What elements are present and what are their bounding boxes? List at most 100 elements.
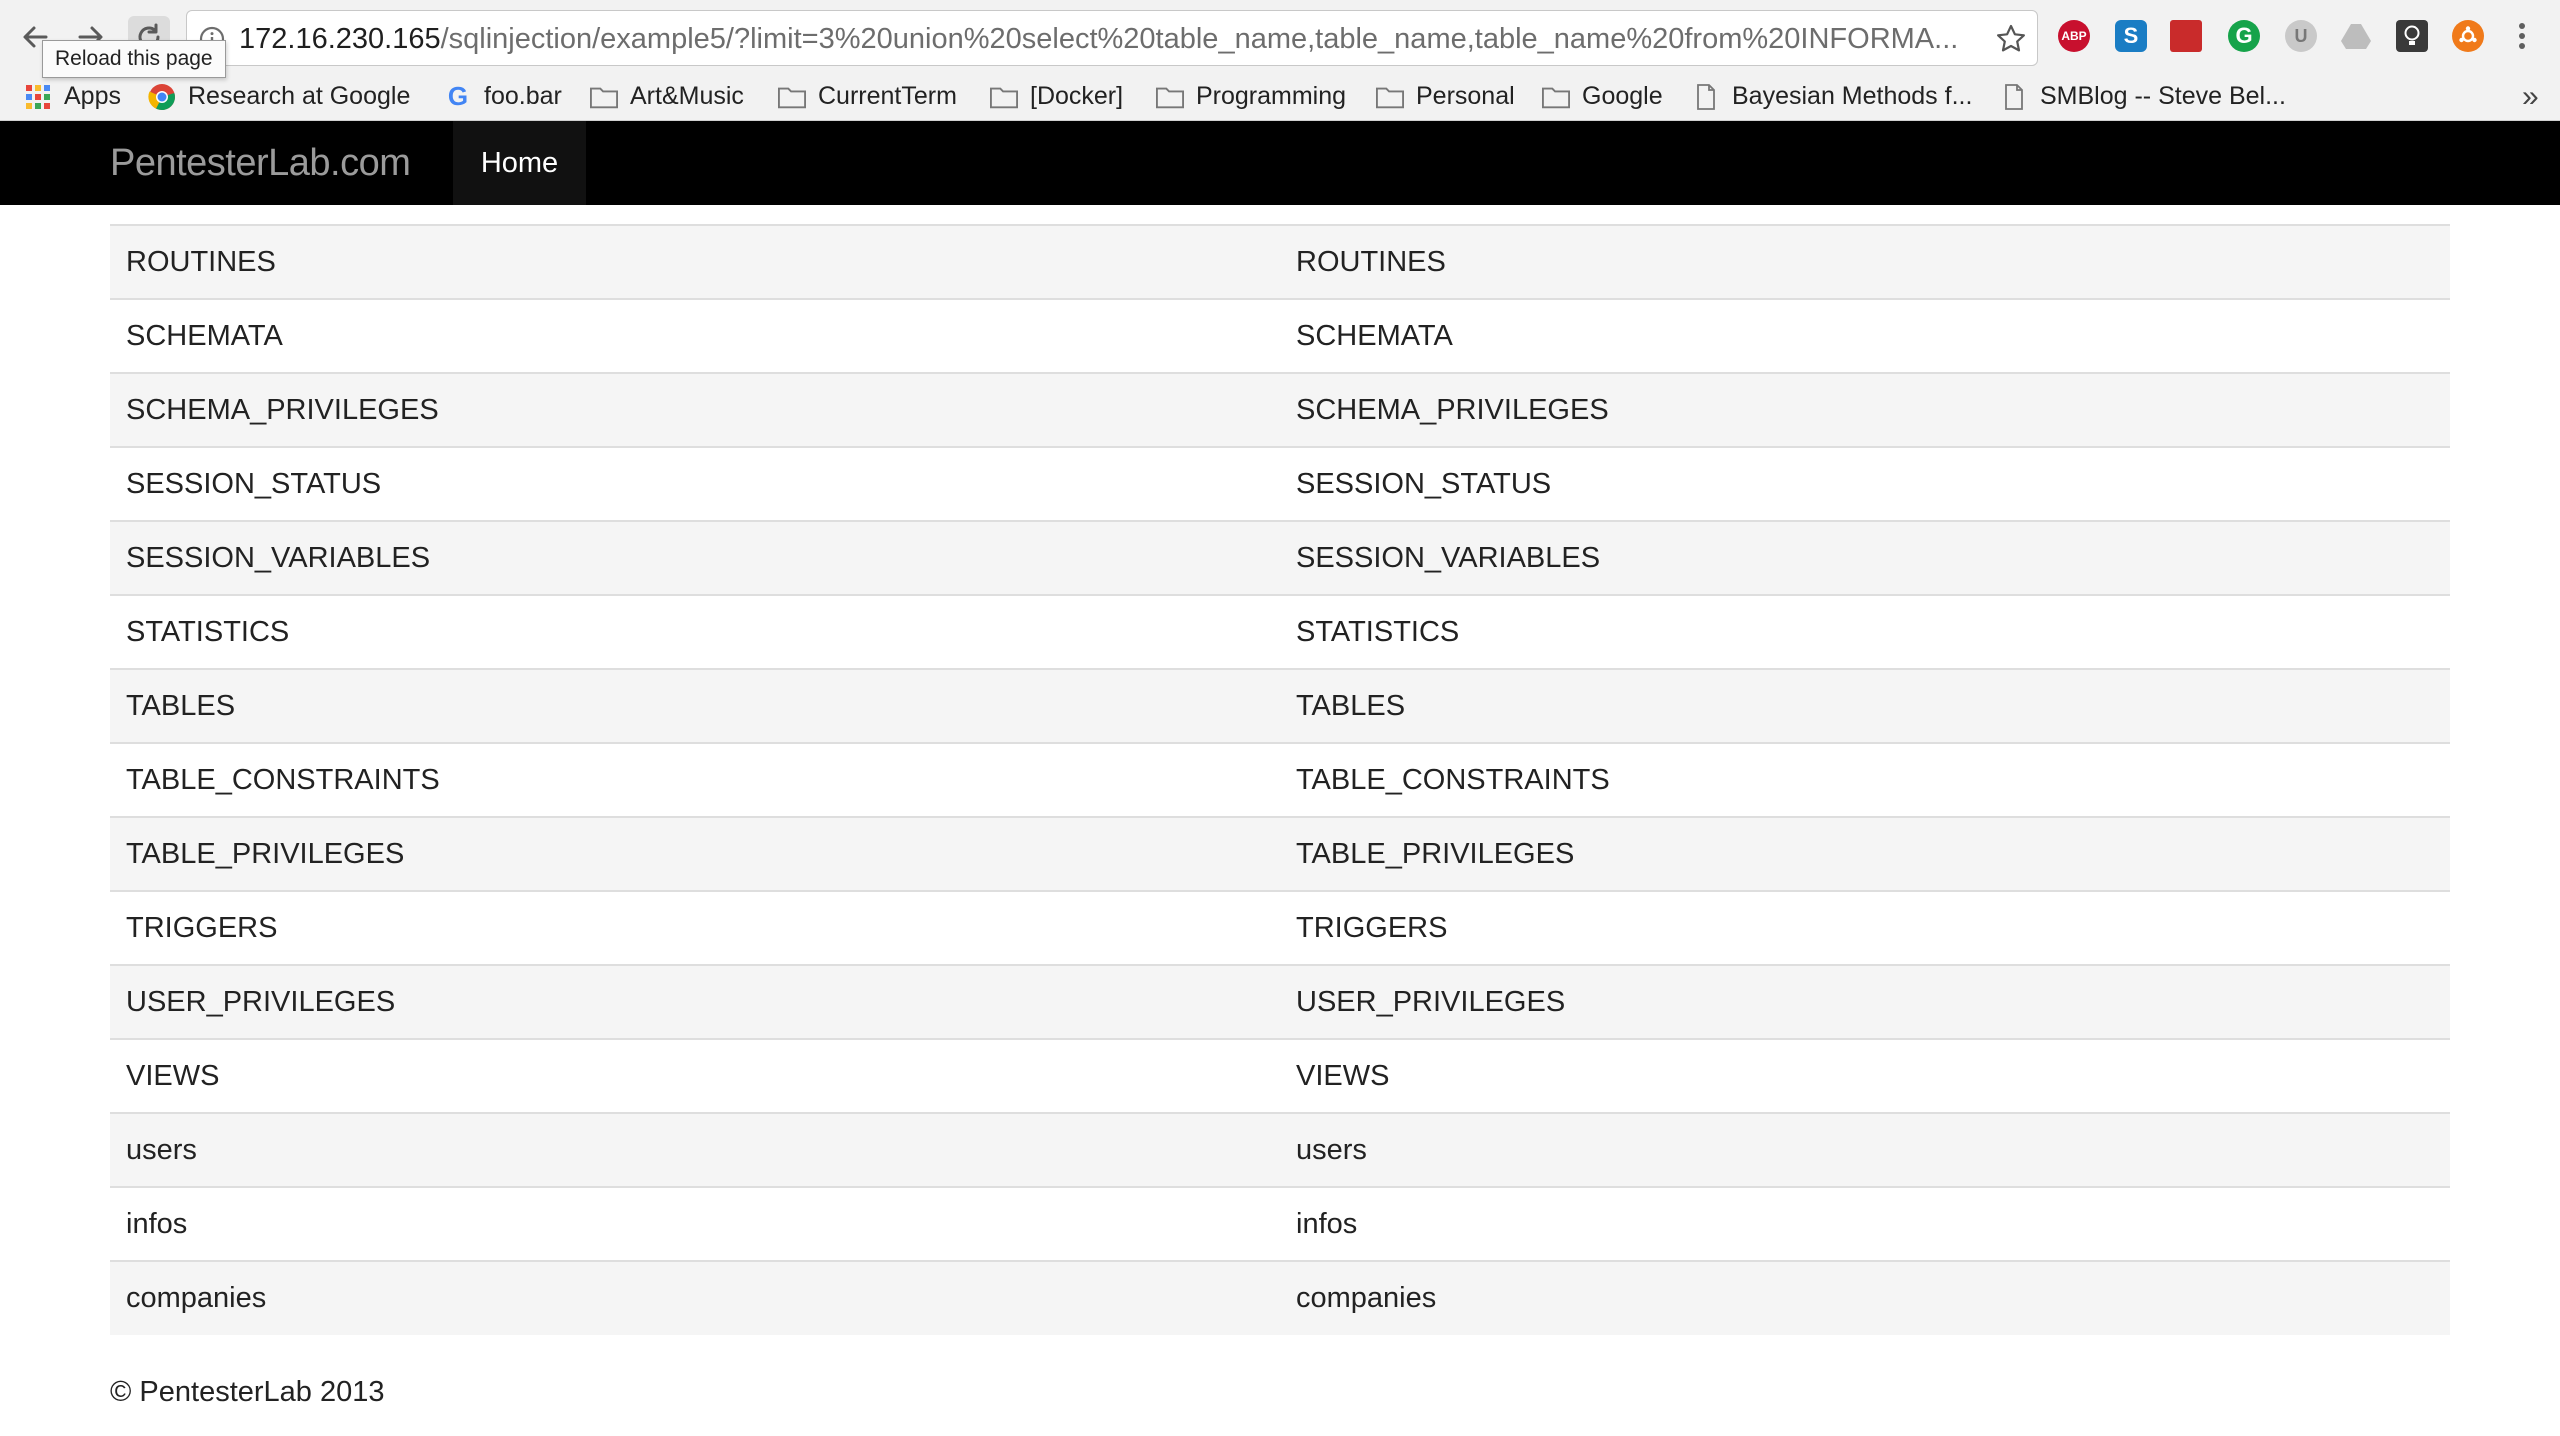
u-extension-icon[interactable]: U xyxy=(2285,20,2317,52)
bookmark-folder-google[interactable]: Google xyxy=(1542,72,1663,121)
table-row: companies companies xyxy=(110,1260,2450,1335)
table-cell: USER_PRIVILEGES xyxy=(110,964,1280,1039)
adblock-label: ABP xyxy=(2061,29,2087,43)
bookmark-research-at-google[interactable]: Research at Google xyxy=(148,72,410,121)
orange-extension-icon[interactable] xyxy=(2452,20,2484,52)
bookmark-folder-programming[interactable]: Programming xyxy=(1156,72,1346,121)
table-cell: SCHEMATA xyxy=(1280,298,2450,373)
folder-icon xyxy=(1376,83,1404,111)
table-row: VIEWS VIEWS xyxy=(110,1038,2450,1113)
table-cell: USER_PRIVILEGES xyxy=(1280,964,2450,1039)
table-cell: SESSION_STATUS xyxy=(110,446,1280,521)
bookmark-label: Apps xyxy=(64,82,121,110)
table-cell: VIEWS xyxy=(1280,1038,2450,1113)
ubuntu-like-icon xyxy=(2459,26,2477,43)
bookmark-label: Art&Music xyxy=(630,82,744,110)
book-extension-icon[interactable] xyxy=(2170,20,2202,52)
bookmark-folder-docker[interactable]: [Docker] xyxy=(990,72,1123,121)
grammarly-label: G xyxy=(2235,23,2253,48)
nav-home-link[interactable]: Home xyxy=(453,121,586,205)
site-brand[interactable]: PentesterLab.com xyxy=(110,121,411,205)
table-cell: TABLES xyxy=(110,668,1280,743)
bookmark-foo-bar[interactable]: G foo.bar xyxy=(444,72,562,121)
table-cell: companies xyxy=(110,1260,1280,1335)
table-row: TABLE_PRIVILEGES TABLE_PRIVILEGES xyxy=(110,816,2450,891)
bookmark-smblog[interactable]: SMBlog -- Steve Bel... xyxy=(2000,72,2286,121)
bookmarks-bar: Apps Research at Google G foo.bar Art&Mu… xyxy=(0,72,2560,121)
table-row: SCHEMA_PRIVILEGES SCHEMA_PRIVILEGES xyxy=(110,372,2450,447)
table-row: users users xyxy=(110,1112,2450,1187)
table-cell: users xyxy=(1280,1112,2450,1187)
google-g-icon: G xyxy=(447,81,469,111)
bookmark-folder-art-music[interactable]: Art&Music xyxy=(590,72,744,121)
table-row: SCHEMATA SCHEMATA xyxy=(110,298,2450,373)
table-cell: STATISTICS xyxy=(1280,594,2450,669)
site-navbar: PentesterLab.com Home xyxy=(0,121,2560,205)
lightbulb-extension-icon[interactable] xyxy=(2396,20,2428,52)
u-extension-label: U xyxy=(2294,25,2308,46)
lightbulb-icon xyxy=(2404,25,2420,45)
grammarly-extension-icon[interactable]: G xyxy=(2228,20,2260,52)
bookmark-label: CurrentTerm xyxy=(818,82,957,110)
url-host: 172.16.230.165 xyxy=(239,23,441,55)
chrome-icon xyxy=(148,83,176,111)
table-cell: infos xyxy=(1280,1186,2450,1261)
table-cell: SESSION_VARIABLES xyxy=(110,520,1280,595)
table-cell: SCHEMA_PRIVILEGES xyxy=(1280,372,2450,447)
table-cell: SESSION_STATUS xyxy=(1280,446,2450,521)
table-row: infos infos xyxy=(110,1186,2450,1261)
table-row: TABLE_CONSTRAINTS TABLE_CONSTRAINTS xyxy=(110,742,2450,817)
table-row: TRIGGERS TRIGGERS xyxy=(110,890,2450,965)
bookmark-label: [Docker] xyxy=(1030,82,1124,110)
bookmark-folder-currentterm[interactable]: CurrentTerm xyxy=(778,72,957,121)
bookmark-label: Google xyxy=(1582,82,1663,110)
table-row: STATISTICS STATISTICS xyxy=(110,594,2450,669)
bookmark-label: SMBlog -- Steve Bel... xyxy=(2040,82,2286,110)
results-table: ROUTINES ROUTINES SCHEMATA SCHEMATA SCHEMA_P… xyxy=(110,224,2450,1335)
bookmark-apps[interactable]: Apps xyxy=(24,72,121,121)
bookmark-folder-personal[interactable]: Personal xyxy=(1376,72,1515,121)
apps-grid-icon xyxy=(24,83,52,111)
table-cell: TRIGGERS xyxy=(1280,890,2450,965)
browser-chrome: 172.16.230.165/sqlinjection/example5/?li… xyxy=(0,0,2560,121)
table-cell: VIEWS xyxy=(110,1038,1280,1113)
table-cell: ROUTINES xyxy=(110,224,1280,299)
table-cell: TABLE_PRIVILEGES xyxy=(1280,816,2450,891)
bookmark-label: Bayesian Methods f... xyxy=(1732,82,1973,110)
table-cell: STATISTICS xyxy=(110,594,1280,669)
bookmark-star-icon[interactable] xyxy=(1995,23,2027,55)
table-cell: TABLE_CONSTRAINTS xyxy=(110,742,1280,817)
results-body: ROUTINES ROUTINES SCHEMATA SCHEMATA SCHEMA_P… xyxy=(110,224,2450,1335)
address-bar[interactable]: 172.16.230.165/sqlinjection/example5/?li… xyxy=(186,10,2038,66)
bookmark-label: foo.bar xyxy=(484,82,562,110)
page-icon xyxy=(1692,83,1720,111)
table-cell: SESSION_VARIABLES xyxy=(1280,520,2450,595)
folder-icon xyxy=(990,83,1018,111)
bookmarks-overflow-button[interactable]: » xyxy=(2522,72,2539,121)
drive-extension-icon[interactable] xyxy=(2340,20,2372,52)
bookmark-bayesian-methods[interactable]: Bayesian Methods f... xyxy=(1692,72,1972,121)
table-cell: users xyxy=(110,1112,1280,1187)
reload-tooltip: Reload this page xyxy=(42,40,226,78)
bookmark-label: Programming xyxy=(1196,82,1347,110)
bookmark-label: Research at Google xyxy=(188,82,411,110)
folder-icon xyxy=(1542,83,1570,111)
table-cell: TABLES xyxy=(1280,668,2450,743)
page-icon xyxy=(2000,83,2028,111)
s-extension-icon[interactable]: S xyxy=(2115,20,2147,52)
table-cell: SCHEMA_PRIVILEGES xyxy=(110,372,1280,447)
url-text[interactable]: 172.16.230.165/sqlinjection/example5/?li… xyxy=(239,22,1979,56)
folder-icon xyxy=(778,83,806,111)
footer-copyright: © PentesterLab 2013 xyxy=(110,1376,385,1408)
table-cell: TABLE_CONSTRAINTS xyxy=(1280,742,2450,817)
table-cell: SCHEMATA xyxy=(110,298,1280,373)
adblock-extension-icon[interactable]: ABP xyxy=(2058,20,2090,52)
browser-menu-button[interactable] xyxy=(2510,20,2534,52)
folder-icon xyxy=(1156,83,1184,111)
table-row: ROUTINES ROUTINES xyxy=(110,224,2450,299)
table-cell: infos xyxy=(110,1186,1280,1261)
browser-toolbar: 172.16.230.165/sqlinjection/example5/?li… xyxy=(0,0,2560,72)
url-path: /sqlinjection/example5/?limit=3%20union%… xyxy=(440,23,1959,55)
table-cell: TRIGGERS xyxy=(110,890,1280,965)
table-cell: companies xyxy=(1280,1260,2450,1335)
